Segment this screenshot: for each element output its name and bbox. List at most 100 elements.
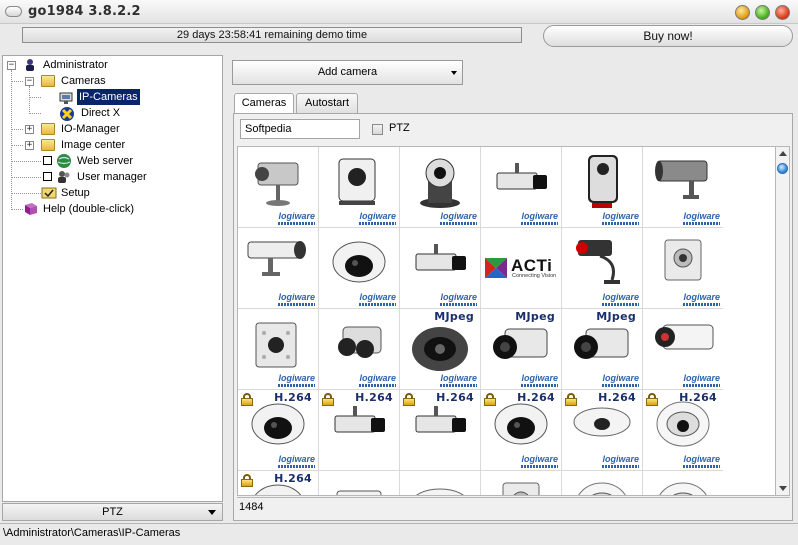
title-bar: go1984 3.8.2.2 bbox=[0, 0, 798, 24]
camera-model-cell[interactable] bbox=[481, 471, 561, 495]
camera-model-cell[interactable] bbox=[643, 471, 723, 495]
camera-model-cell[interactable]: logiware bbox=[400, 228, 480, 308]
camera-model-cell[interactable]: H.264 logiware bbox=[562, 390, 642, 470]
codec-mjpeg-label: MJpeg bbox=[434, 310, 474, 323]
logiware-logo: logiware bbox=[440, 292, 477, 306]
administrator-collapse-toggle[interactable]: − bbox=[7, 61, 16, 70]
app-menu-icon[interactable] bbox=[5, 6, 22, 17]
tree-item-image-center[interactable]: Image center bbox=[59, 137, 127, 153]
web-server-checkbox[interactable] bbox=[43, 156, 52, 165]
camera-model-cell[interactable]: logiware bbox=[238, 228, 318, 308]
camera-model-cell[interactable] bbox=[562, 471, 642, 495]
tree-item-help[interactable]: Help (double-click) bbox=[41, 201, 136, 217]
tree-item-setup[interactable]: Setup bbox=[59, 185, 92, 201]
lock-icon bbox=[241, 393, 253, 406]
tree-item-ip-cameras[interactable]: IP-Cameras bbox=[77, 89, 140, 105]
add-camera-label: Add camera bbox=[317, 66, 378, 78]
demo-time-banner: 29 days 23:58:41 remaining demo time bbox=[22, 27, 522, 43]
camera-model-cell[interactable]: logiware bbox=[319, 147, 399, 227]
camera-model-cell[interactable]: logiware bbox=[319, 309, 399, 389]
tab-autostart[interactable]: Autostart bbox=[296, 93, 358, 113]
acti-tagline: Connecting Vision bbox=[512, 273, 557, 279]
camera-model-cell[interactable]: logiware bbox=[319, 228, 399, 308]
camera-model-cell[interactable]: H.264 bbox=[400, 390, 480, 470]
tree-item-web-server[interactable]: Web server bbox=[75, 153, 135, 169]
navigation-tree: − Administrator − Cameras IP-Cameras Dir… bbox=[2, 55, 223, 502]
camera-image bbox=[415, 244, 466, 271]
camera-model-cell[interactable]: H.264 bbox=[319, 390, 399, 470]
camera-image bbox=[578, 482, 626, 495]
camera-model-cell[interactable]: logiware bbox=[562, 147, 642, 227]
camera-model-cell[interactable]: H.264 logiware bbox=[643, 390, 723, 470]
camera-image bbox=[576, 240, 620, 284]
image-center-expand-toggle[interactable]: + bbox=[25, 141, 34, 150]
logiware-logo: logiware bbox=[602, 373, 639, 387]
status-bar-path: \Administrator\Cameras\IP-Cameras bbox=[0, 523, 798, 545]
camera-model-cell[interactable]: logiware bbox=[643, 309, 723, 389]
camera-model-cell[interactable]: MJpeg logiware bbox=[400, 309, 480, 389]
lock-icon bbox=[322, 393, 334, 406]
tree-item-io-manager[interactable]: IO-Manager bbox=[59, 121, 122, 137]
tab-cameras[interactable]: Cameras bbox=[234, 93, 294, 114]
camera-model-cell[interactable]: logiware bbox=[562, 228, 642, 308]
camera-image bbox=[416, 488, 464, 495]
cameras-collapse-toggle[interactable]: − bbox=[25, 77, 34, 86]
ptz-filter-checkbox[interactable] bbox=[372, 124, 383, 135]
codec-h264-label: H.264 bbox=[436, 391, 474, 404]
camera-model-cell[interactable]: logiware bbox=[481, 147, 561, 227]
camera-model-cell[interactable]: logiware bbox=[238, 309, 318, 389]
camera-image bbox=[255, 162, 299, 206]
camera-model-cell[interactable]: H.264 bbox=[238, 471, 318, 495]
camera-image bbox=[255, 322, 297, 368]
logiware-logo: logiware bbox=[278, 211, 315, 225]
folder-icon bbox=[41, 123, 55, 135]
camera-model-cell[interactable]: ACTi Connecting Vision bbox=[481, 228, 561, 308]
tree-item-direct-x[interactable]: Direct X bbox=[79, 105, 122, 121]
camera-model-cell[interactable]: logiware bbox=[643, 147, 723, 227]
tree-item-administrator[interactable]: Administrator bbox=[41, 57, 110, 73]
camera-image bbox=[420, 158, 460, 208]
buy-now-button[interactable]: Buy now! bbox=[543, 25, 793, 47]
camera-model-cell[interactable]: H.264 logiware bbox=[238, 390, 318, 470]
logiware-logo: logiware bbox=[278, 292, 315, 306]
logiware-logo: logiware bbox=[440, 211, 477, 225]
camera-model-cell[interactable]: H.264 logiware bbox=[481, 390, 561, 470]
camera-model-cell[interactable]: logiware bbox=[238, 147, 318, 227]
camera-count-bar: 1484 bbox=[237, 497, 790, 517]
logiware-logo: logiware bbox=[521, 454, 558, 468]
scroll-up-arrow-icon[interactable] bbox=[779, 151, 787, 156]
camera-model-cell[interactable]: logiware bbox=[643, 228, 723, 308]
folder-open-icon bbox=[41, 75, 55, 87]
camera-model-cell[interactable] bbox=[400, 471, 480, 495]
grid-scrollbar[interactable] bbox=[776, 146, 790, 496]
lock-icon bbox=[565, 393, 577, 406]
camera-model-cell[interactable]: MJpeg logiware bbox=[562, 309, 642, 389]
close-button[interactable] bbox=[775, 5, 790, 20]
user-manager-checkbox[interactable] bbox=[43, 172, 52, 181]
camera-model-cell[interactable] bbox=[319, 471, 399, 495]
logiware-logo: logiware bbox=[359, 373, 396, 387]
codec-h264-label: H.264 bbox=[517, 391, 555, 404]
camera-image bbox=[655, 324, 714, 350]
acti-logo: ACTi Connecting Vision bbox=[485, 256, 557, 280]
logiware-logo: logiware bbox=[521, 373, 558, 387]
scroll-thumb[interactable] bbox=[777, 163, 788, 174]
users-icon bbox=[56, 169, 72, 185]
logiware-logo: logiware bbox=[683, 454, 720, 468]
logiware-logo: logiware bbox=[359, 292, 396, 306]
ptz-panel-label: PTZ bbox=[102, 506, 123, 518]
camera-image bbox=[338, 158, 376, 205]
io-manager-expand-toggle[interactable]: + bbox=[25, 125, 34, 134]
camera-search-input[interactable] bbox=[240, 119, 360, 139]
maximize-button[interactable] bbox=[755, 5, 770, 20]
tree-item-user-manager[interactable]: User manager bbox=[75, 169, 149, 185]
minimize-button[interactable] bbox=[735, 5, 750, 20]
add-camera-button[interactable]: Add camera bbox=[232, 60, 463, 85]
camera-image bbox=[588, 155, 618, 208]
camera-model-cell[interactable]: MJpeg logiware bbox=[481, 309, 561, 389]
logiware-logo: logiware bbox=[602, 454, 639, 468]
tree-item-cameras[interactable]: Cameras bbox=[59, 73, 108, 89]
camera-model-cell[interactable]: logiware bbox=[400, 147, 480, 227]
ptz-panel-toggle[interactable]: PTZ bbox=[2, 503, 223, 521]
scroll-down-arrow-icon[interactable] bbox=[779, 486, 787, 491]
